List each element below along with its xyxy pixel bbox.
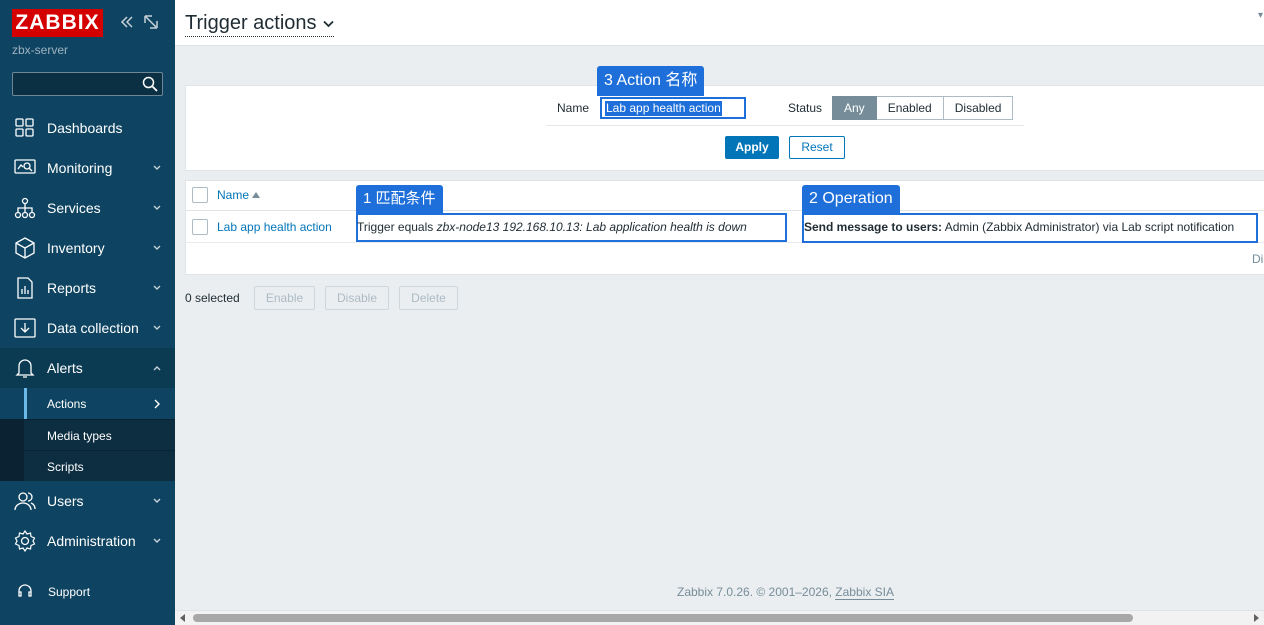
- inventory-icon: [15, 237, 35, 259]
- kiosk-mode-icon[interactable]: [143, 14, 159, 30]
- gear-icon: [14, 530, 36, 552]
- submenu-label: Scripts: [47, 460, 84, 474]
- services-icon: [14, 197, 36, 219]
- callout-conditions: 1 匹配条件: [356, 185, 443, 213]
- chevron-right-icon: [154, 399, 160, 409]
- page-header: Trigger actions: [175, 0, 1264, 46]
- menu-label: Users: [47, 493, 84, 509]
- menu-item-users[interactable]: Users: [0, 481, 175, 521]
- submenu-label: Actions: [47, 397, 87, 411]
- conditions-cell: Trigger equals zbx-node13 192.168.10.13:…: [357, 220, 747, 234]
- server-name: zbx-server: [12, 43, 69, 57]
- column-name-label: Name: [217, 188, 250, 202]
- monitoring-icon: [14, 159, 36, 174]
- menu-item-alerts[interactable]: Alerts: [0, 348, 175, 388]
- data-collection-icon: [14, 318, 36, 338]
- footer: Zabbix 7.0.26. © 2001–2026, Zabbix SIA: [677, 585, 894, 600]
- menu-item-data-collection[interactable]: Data collection: [0, 308, 175, 348]
- filter-toggle-icon[interactable]: ▾: [1258, 10, 1263, 21]
- headset-icon: [18, 584, 32, 597]
- operation-detail: Admin (Zabbix Administrator) via Lab scr…: [942, 220, 1235, 234]
- menu-item-inventory[interactable]: Inventory: [0, 228, 175, 268]
- row-checkbox[interactable]: [192, 219, 208, 235]
- chevron-down-icon: [153, 325, 161, 330]
- zabbix-logo[interactable]: ZABBIX: [12, 9, 103, 37]
- chevron-up-icon: [153, 366, 161, 371]
- status-filter: Any Enabled Disabled: [832, 96, 1014, 120]
- scroll-left-icon[interactable]: [180, 614, 185, 622]
- support-label: Support: [48, 585, 91, 599]
- search-input[interactable]: [13, 73, 138, 95]
- apply-button[interactable]: Apply: [725, 136, 779, 159]
- column-header-name[interactable]: Name: [217, 188, 261, 202]
- menu-label: Data collection: [47, 320, 139, 336]
- alerts-submenu: Actions Media types Scripts: [0, 388, 175, 481]
- sort-asc-icon: [252, 192, 261, 198]
- name-filter-input[interactable]: Lab app health action: [600, 97, 746, 119]
- status-filter-label: Status: [788, 101, 823, 115]
- callout-action-name: 3 Action 名称: [597, 66, 705, 96]
- selected-count: 0 selected: [185, 291, 240, 305]
- menu-label: Dashboards: [47, 120, 123, 136]
- select-all-checkbox[interactable]: [192, 187, 208, 203]
- submenu-item-media-types[interactable]: Media types: [0, 419, 175, 450]
- status-any-option[interactable]: Any: [832, 96, 877, 120]
- menu-item-reports[interactable]: Reports: [0, 268, 175, 308]
- chevron-down-icon: [153, 285, 161, 290]
- chevron-down-icon: [322, 20, 334, 27]
- support-link[interactable]: Support: [0, 576, 175, 606]
- menu-label: Reports: [47, 280, 97, 296]
- sidebar: ZABBIX zbx-server Dashboards Monitoring …: [0, 0, 175, 625]
- footer-link[interactable]: Zabbix SIA: [835, 585, 894, 600]
- chevron-down-icon: [153, 165, 161, 170]
- condition-prefix: Trigger equals: [357, 220, 437, 234]
- submenu-item-scripts[interactable]: Scripts: [0, 450, 175, 481]
- reports-icon: [17, 277, 33, 299]
- menu-item-administration[interactable]: Administration: [0, 521, 175, 561]
- reset-button[interactable]: Reset: [789, 136, 845, 159]
- page-title: Trigger actions: [185, 12, 317, 34]
- chevron-down-icon: [153, 205, 161, 210]
- search-icon[interactable]: [142, 76, 158, 92]
- table-header-divider: [186, 210, 1264, 211]
- chevron-down-icon: [153, 245, 161, 250]
- collapse-sidebar-icon[interactable]: [119, 14, 135, 30]
- menu-item-dashboards[interactable]: Dashboards: [0, 108, 175, 148]
- filter-divider: [546, 125, 1024, 126]
- main-menu: Dashboards Monitoring Services Inventory…: [0, 108, 175, 561]
- name-filter-value: Lab app health action: [605, 101, 722, 116]
- action-name-link[interactable]: Lab app health action: [217, 220, 332, 234]
- operations-cell: Send message to users: Admin (Zabbix Adm…: [804, 220, 1234, 234]
- menu-label: Alerts: [47, 360, 83, 376]
- condition-trigger: zbx-node13 192.168.10.13: Lab applicatio…: [436, 220, 747, 234]
- chevron-down-icon: [153, 498, 161, 503]
- page-title-dropdown[interactable]: Trigger actions: [185, 11, 334, 37]
- menu-item-monitoring[interactable]: Monitoring: [0, 148, 175, 188]
- name-filter-label: Name: [557, 101, 590, 115]
- disable-button[interactable]: Disable: [325, 286, 389, 310]
- submenu-item-actions[interactable]: Actions: [0, 388, 175, 419]
- scroll-right-icon[interactable]: [1254, 614, 1259, 622]
- scrollbar-thumb[interactable]: [193, 614, 1133, 622]
- menu-label: Services: [47, 200, 101, 216]
- users-icon: [14, 492, 36, 511]
- dashboards-icon: [15, 118, 34, 137]
- bell-icon: [15, 359, 35, 378]
- status-enabled-option[interactable]: Enabled: [876, 96, 944, 120]
- menu-label: Inventory: [47, 240, 105, 256]
- callout-operation: 2 Operation: [802, 185, 900, 213]
- menu-label: Administration: [47, 533, 136, 549]
- displaying-count: Di: [1252, 252, 1264, 266]
- footer-text: Zabbix 7.0.26. © 2001–2026,: [677, 585, 836, 599]
- status-disabled-option[interactable]: Disabled: [943, 96, 1014, 120]
- horizontal-scrollbar[interactable]: [175, 610, 1264, 625]
- delete-button[interactable]: Delete: [399, 286, 458, 310]
- menu-label: Monitoring: [47, 160, 113, 176]
- menu-item-services[interactable]: Services: [0, 188, 175, 228]
- chevron-down-icon: [153, 538, 161, 543]
- operation-type: Send message to users:: [804, 220, 943, 234]
- enable-button[interactable]: Enable: [254, 286, 315, 310]
- submenu-label: Media types: [47, 429, 112, 443]
- search-field[interactable]: [12, 72, 163, 96]
